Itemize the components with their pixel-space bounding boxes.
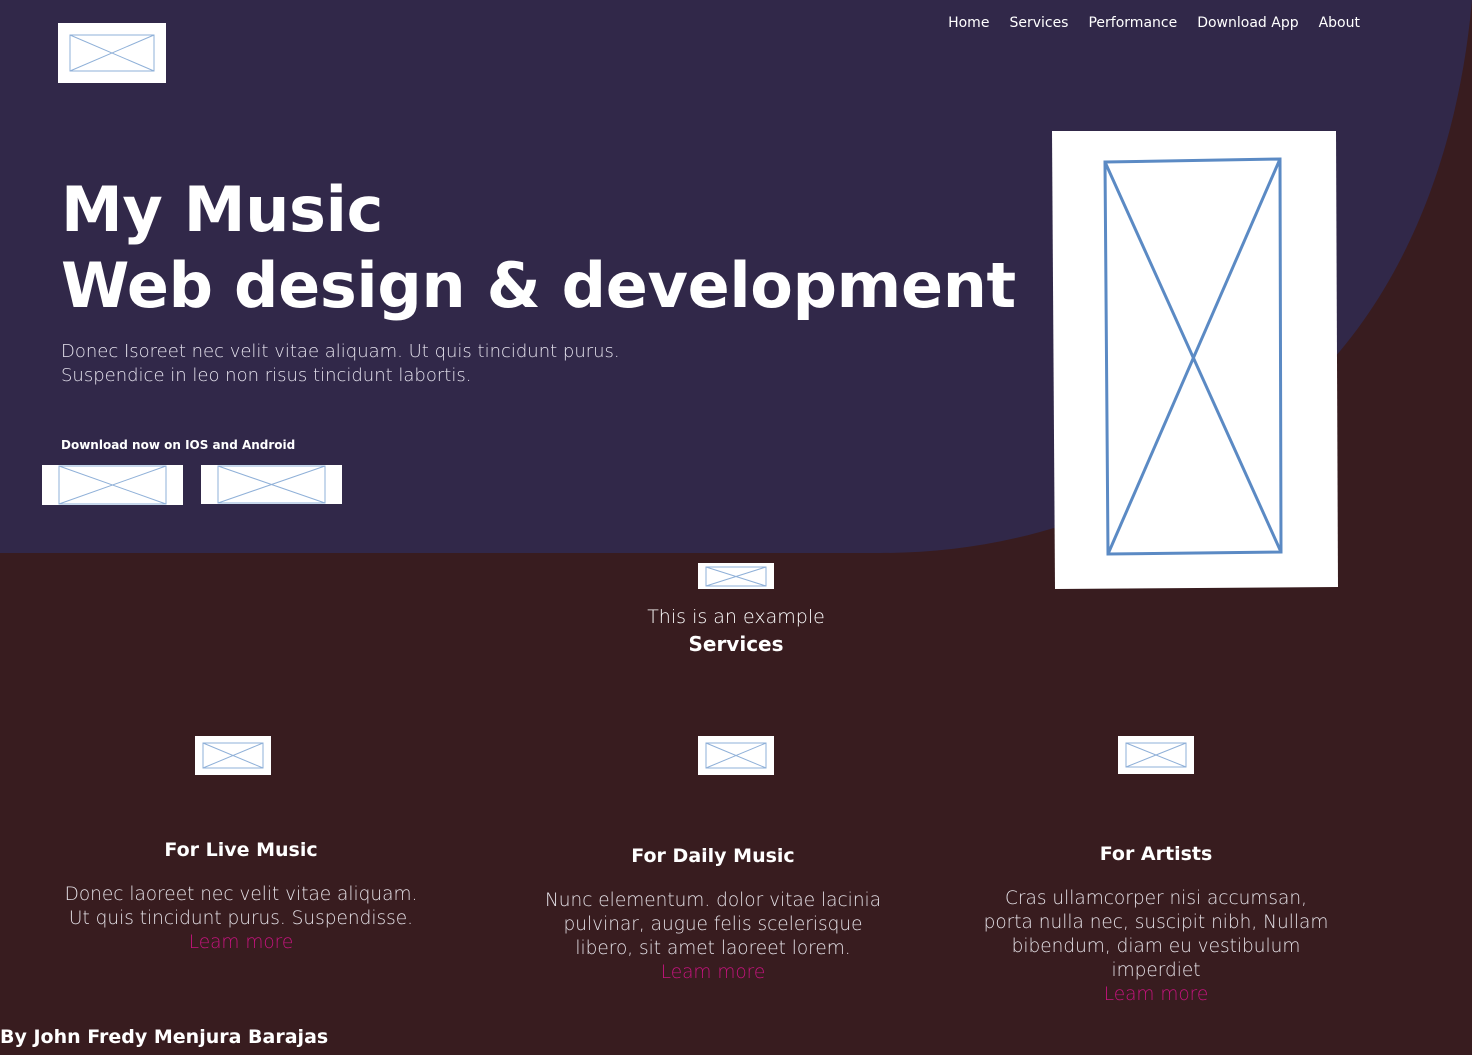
hero-subtitle: Donec Isoreet nec velit vitae aliquam. U… xyxy=(61,340,620,388)
phone-mockup-image xyxy=(1052,131,1338,589)
logo-image[interactable] xyxy=(58,23,166,83)
hero-title-line-1: My Music xyxy=(61,173,384,246)
main-nav: Home Services Performance Download App A… xyxy=(948,15,1360,31)
card-title: For Daily Music xyxy=(631,845,795,867)
card-description-line: Cras ullamcorper nisi accumsan, xyxy=(1005,888,1307,909)
artists-icon xyxy=(1118,736,1194,774)
learn-more-link[interactable]: Leam more xyxy=(966,983,1346,1007)
card-description-line: pulvinar, augue felis scelerisque xyxy=(563,914,863,935)
card-description-line: porta nulla nec, suscipit nibh, Nullam xyxy=(983,912,1329,933)
nav-home-link[interactable]: Home xyxy=(948,15,989,31)
nav-services-link[interactable]: Services xyxy=(1009,15,1068,31)
service-card-live-music: For Live Music Donec laoreet nec velit v… xyxy=(51,837,431,955)
services-intro: This is an example Services xyxy=(536,604,936,658)
card-description-line: Donec laoreet nec velit vitae aliquam. xyxy=(64,884,418,905)
hero-subtitle-line-1: Donec Isoreet nec velit vitae aliquam. U… xyxy=(61,341,620,362)
card-description-line: imperdiet xyxy=(1111,960,1201,981)
learn-more-link[interactable]: Leam more xyxy=(523,961,903,985)
daily-music-icon xyxy=(698,736,774,775)
app-store-badge[interactable] xyxy=(42,465,183,505)
card-title: For Live Music xyxy=(164,839,318,861)
download-label: Download now on IOS and Android xyxy=(61,438,296,452)
card-description: Donec laoreet nec velit vitae aliquam. U… xyxy=(51,883,431,931)
live-music-icon xyxy=(195,736,271,775)
services-eyebrow: This is an example xyxy=(647,606,825,628)
card-description: Cras ullamcorper nisi accumsan, porta nu… xyxy=(966,887,1346,983)
footer-credit: By John Fredy Menjura Barajas xyxy=(0,1026,329,1048)
services-icon xyxy=(698,563,774,589)
learn-more-link[interactable]: Leam more xyxy=(51,931,431,955)
card-description-line: bibendum, diam eu vestibulum xyxy=(1011,936,1301,957)
hero-subtitle-line-2: Suspendice in leo non risus tincidunt la… xyxy=(61,365,472,386)
nav-about-link[interactable]: About xyxy=(1319,15,1360,31)
card-description: Nunc elementum. dolor vitae lacinia pulv… xyxy=(523,889,903,961)
nav-download-app-link[interactable]: Download App xyxy=(1197,15,1298,31)
nav-performance-link[interactable]: Performance xyxy=(1088,15,1177,31)
card-description-line: Nunc elementum. dolor vitae lacinia xyxy=(544,890,882,911)
google-play-badge[interactable] xyxy=(201,465,342,504)
card-title: For Artists xyxy=(1099,843,1213,865)
card-description-line: Ut quis tincidunt purus. Suspendisse. xyxy=(68,908,414,929)
card-description-line: libero, sit amet laoreet lorem. xyxy=(575,938,851,959)
service-card-artists: For Artists Cras ullamcorper nisi accums… xyxy=(966,841,1346,1007)
service-card-daily-music: For Daily Music Nunc elementum. dolor vi… xyxy=(523,843,903,985)
services-heading: Services xyxy=(688,632,784,656)
hero-title: My Music Web design & development xyxy=(61,172,1016,324)
hero-title-line-2: Web design & development xyxy=(61,249,1016,322)
